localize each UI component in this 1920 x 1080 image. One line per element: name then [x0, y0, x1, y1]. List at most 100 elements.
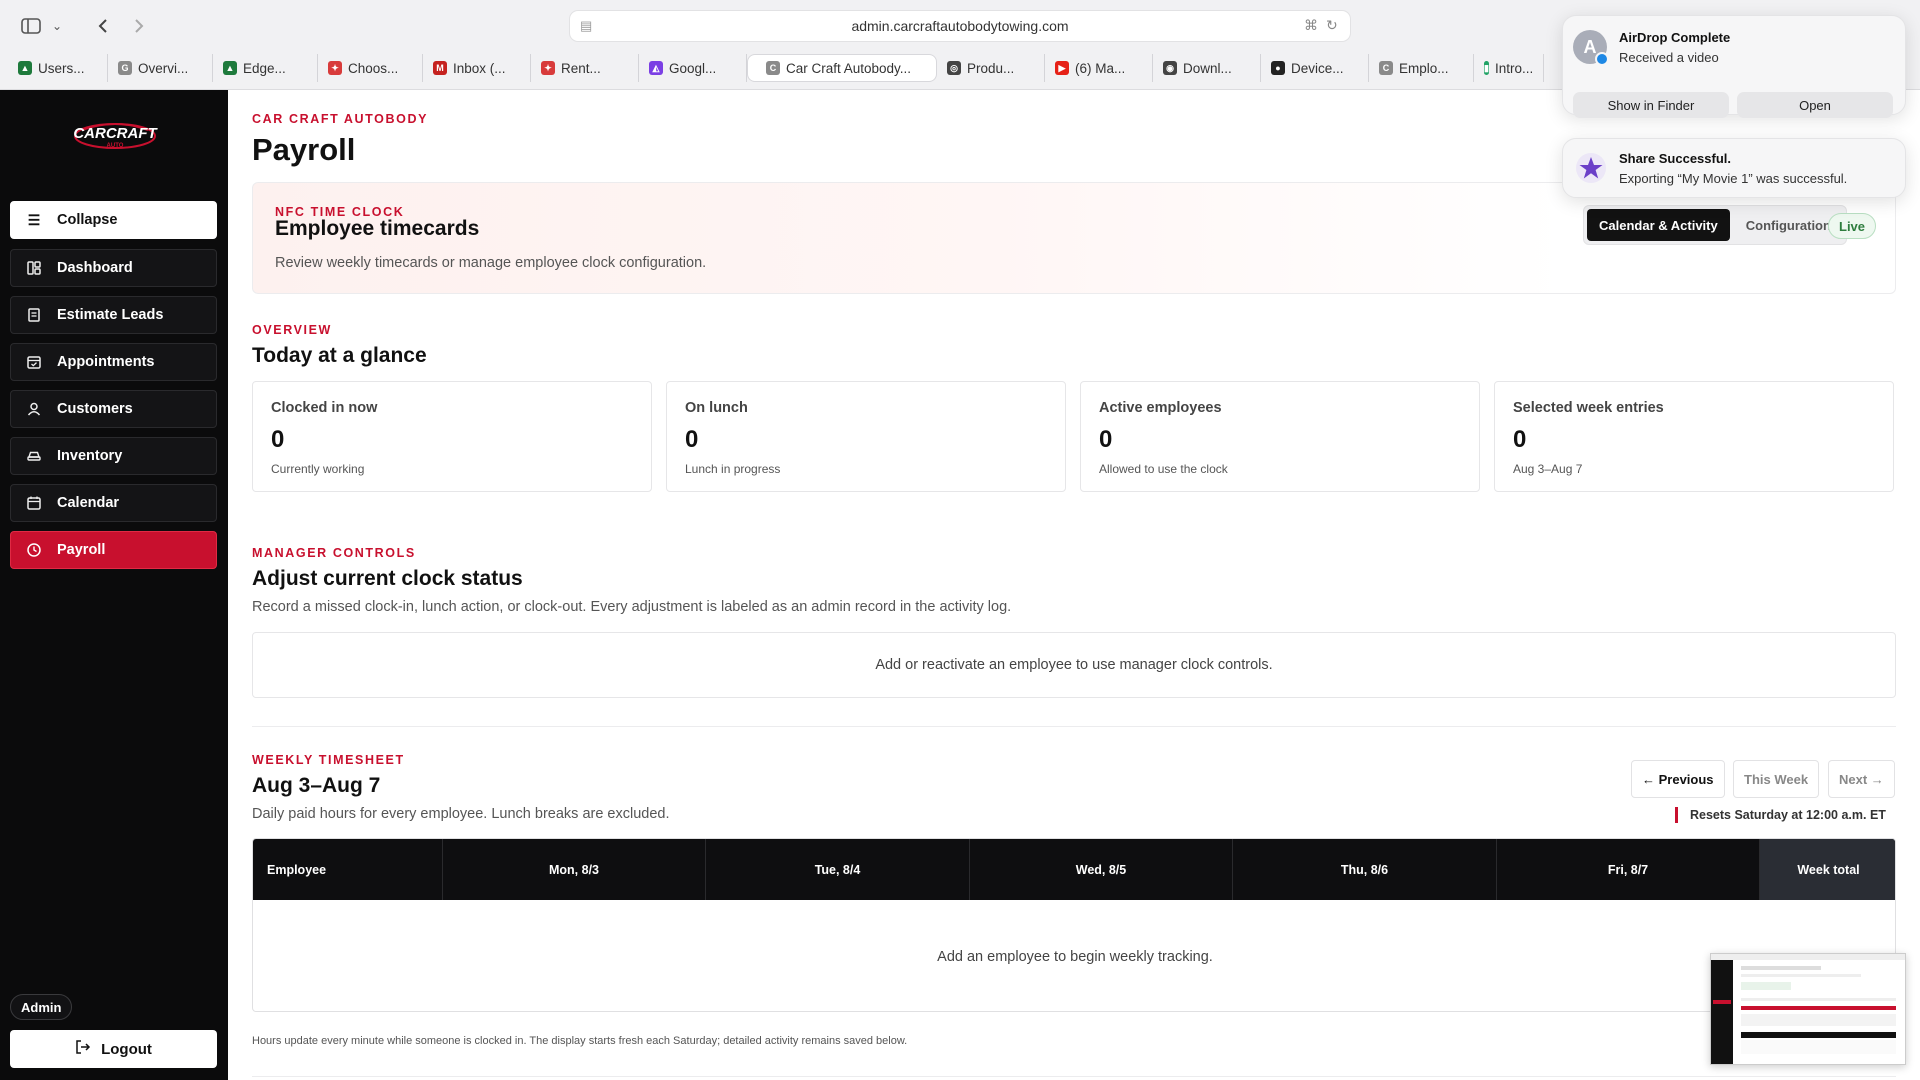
browser-tab[interactable]: G Overvi...	[108, 54, 213, 82]
sidebar-item-customers[interactable]: Customers	[10, 390, 217, 428]
timecards-card: NFC TIME CLOCK Employee timecards Review…	[252, 182, 1896, 294]
stat-card-active-employees: Active employees 0 Allowed to use the cl…	[1080, 381, 1480, 492]
sidebar-item-appointments[interactable]: Appointments	[10, 343, 217, 381]
stat-subtext: Allowed to use the clock	[1099, 462, 1228, 476]
share-notification[interactable]: Share Successful. Exporting “My Movie 1”…	[1562, 138, 1906, 198]
calendar-check-icon	[25, 353, 43, 371]
carcraft-logo[interactable]: CARCRAFT AUTO	[70, 114, 160, 154]
browser-tab-label: Produ...	[967, 60, 1015, 76]
next-week-button[interactable]: Next →	[1828, 760, 1895, 798]
show-in-finder-button[interactable]: Show in Finder	[1573, 92, 1729, 118]
notification-body: Received a video	[1619, 50, 1719, 65]
address-bar[interactable]: ▤ admin.carcraftautobodytowing.com ⌘ ↻	[570, 11, 1350, 41]
sidebar-toggle-icon[interactable]	[18, 14, 44, 38]
admin-badge: Admin	[10, 994, 73, 1020]
browser-tab-label: Edge...	[243, 60, 286, 76]
browser-tab-label: Choos...	[348, 60, 399, 76]
favicon-icon: M	[433, 61, 447, 75]
browser-tab[interactable]: C Car Craft Autobody...	[747, 54, 937, 82]
open-button[interactable]: Open	[1737, 92, 1893, 118]
browser-tab[interactable]: ◉ Downl...	[1153, 54, 1261, 82]
manager-description: Record a missed clock-in, lunch action, …	[252, 599, 1012, 615]
chevron-down-icon[interactable]: ⌄	[48, 14, 66, 38]
tab-configuration[interactable]: Configuration	[1734, 209, 1843, 241]
favicon-icon: ✦	[541, 61, 555, 75]
sidebar-item-estimate-leads[interactable]: Estimate Leads	[10, 296, 217, 334]
browser-tab[interactable]: ▶ (6) Ma...	[1045, 54, 1153, 82]
stat-label: Selected week entries	[1513, 400, 1664, 416]
column-header: Fri, 8/7	[1497, 839, 1760, 900]
dashboard-icon	[25, 259, 43, 277]
table-empty-state: Add an employee to begin weekly tracking…	[937, 948, 1213, 965]
sidebar-item-payroll[interactable]: Payroll	[10, 531, 217, 569]
notification-title: AirDrop Complete	[1619, 30, 1731, 45]
browser-tab[interactable]: M Inbox (...	[423, 54, 531, 82]
browser-tab-label: Emplo...	[1399, 60, 1449, 76]
column-header: Employee	[253, 839, 443, 900]
sidebar-item-label: Calendar	[57, 495, 120, 511]
favicon-icon: ▶	[1055, 61, 1069, 75]
favicon-icon: ▲	[223, 61, 237, 75]
stat-card-week-entries: Selected week entries 0 Aug 3–Aug 7	[1494, 381, 1894, 492]
sidebar-item-label: Inventory	[57, 448, 123, 464]
favicon-icon: ◉	[1163, 61, 1177, 75]
browser-tab-label: Car Craft Autobody...	[786, 60, 912, 76]
view-toggle: Calendar & Activity Configuration	[1583, 205, 1847, 245]
favicon-icon: ●	[1271, 61, 1285, 75]
screenshot-thumbnail[interactable]	[1710, 953, 1906, 1065]
logout-button[interactable]: Logout	[10, 1030, 217, 1068]
column-header: Thu, 8/6	[1233, 839, 1497, 900]
logout-icon	[75, 1040, 91, 1058]
stat-label: On lunch	[685, 400, 748, 416]
stat-value: 0	[1099, 426, 1113, 453]
browser-tab-label: Downl...	[1183, 60, 1232, 76]
timecards-description: Review weekly timecards or manage employ…	[275, 255, 707, 271]
notification-body: Exporting “My Movie 1” was successful.	[1619, 171, 1848, 186]
browser-tab-label: Users...	[38, 60, 85, 76]
browser-tab[interactable]: ▲ Users...	[8, 54, 108, 82]
translate-icon[interactable]: ⌘	[1304, 17, 1318, 34]
airdrop-icon	[1595, 52, 1609, 66]
divider	[252, 726, 1896, 727]
this-week-button[interactable]: This Week	[1733, 760, 1820, 798]
previous-week-button[interactable]: ← Previous	[1631, 760, 1725, 798]
user-icon	[25, 400, 43, 418]
timecards-title: Employee timecards	[275, 217, 480, 240]
tab-calendar-activity[interactable]: Calendar & Activity	[1587, 209, 1730, 241]
calendar-icon	[25, 494, 43, 512]
browser-tab[interactable]: ◎ Produ...	[937, 54, 1045, 82]
reset-note: Resets Saturday at 12:00 a.m. ET	[1675, 807, 1886, 823]
page-title: Payroll	[252, 132, 356, 167]
airdrop-notification[interactable]: A AirDrop Complete Received a video Show…	[1562, 15, 1906, 118]
table-header: Employee Mon, 8/3 Tue, 8/4 Wed, 8/5 Thu,…	[253, 839, 1895, 900]
sidebar-item-dashboard[interactable]: Dashboard	[10, 249, 217, 287]
browser-tab[interactable]: ● Device...	[1261, 54, 1369, 82]
overview-eyebrow: OVERVIEW	[252, 323, 332, 337]
browser-tab-label: Intro...	[1494, 60, 1534, 76]
browser-tab[interactable]: ▮ Intro...	[1474, 54, 1544, 82]
back-icon[interactable]	[92, 14, 114, 38]
reload-icon[interactable]: ↻	[1326, 17, 1338, 34]
menu-icon: ☰	[27, 211, 41, 228]
forward-icon[interactable]	[128, 14, 150, 38]
sidebar-item-label: Payroll	[57, 542, 106, 558]
browser-tab[interactable]: ✦ Rent...	[531, 54, 639, 82]
brand-eyebrow: CAR CRAFT AUTOBODY	[252, 112, 429, 126]
sidebar-item-inventory[interactable]: Inventory	[10, 437, 217, 475]
browser-tab-label: Googl...	[669, 60, 717, 76]
weekly-eyebrow: WEEKLY TIMESHEET	[252, 753, 405, 767]
clock-icon	[25, 541, 43, 559]
sidebar-item-label: Customers	[57, 401, 133, 417]
browser-tab[interactable]: ✦ Choos...	[318, 54, 423, 82]
browser-tab[interactable]: ▲ Edge...	[213, 54, 318, 82]
stat-value: 0	[685, 426, 699, 453]
browser-tab[interactable]: ◭ Googl...	[639, 54, 747, 82]
favicon-icon: G	[118, 61, 132, 75]
timesheet-footnote: Hours update every minute while someone …	[252, 1035, 908, 1047]
collapse-button[interactable]: ☰ Collapse	[10, 201, 217, 239]
collapse-label: Collapse	[57, 212, 118, 228]
column-header: Wed, 8/5	[970, 839, 1233, 900]
sidebar-item-calendar[interactable]: Calendar	[10, 484, 217, 522]
browser-tab[interactable]: C Emplo...	[1369, 54, 1474, 82]
imovie-star-icon	[1575, 152, 1607, 184]
